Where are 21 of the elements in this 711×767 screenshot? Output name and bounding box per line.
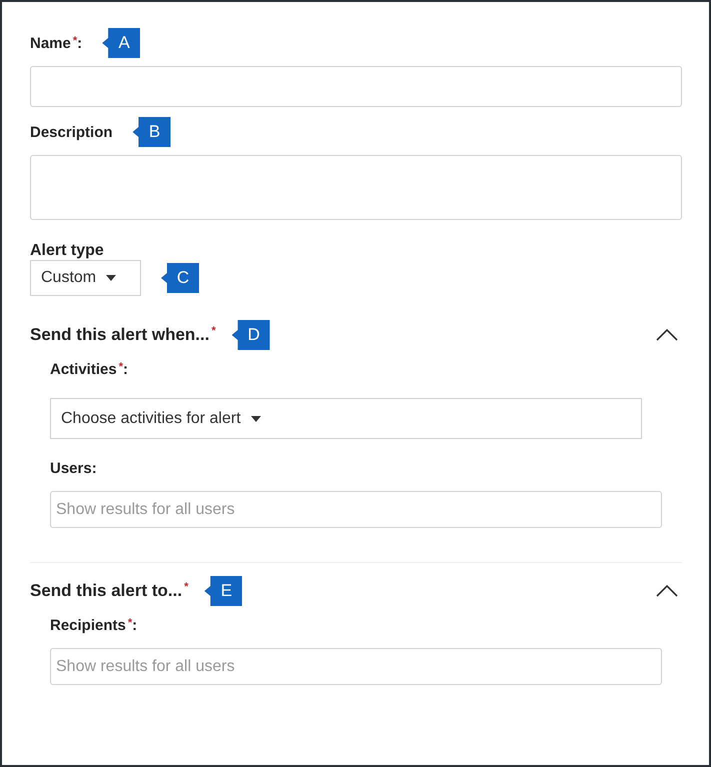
caret-icon [106,275,116,281]
section-title: Send this alert when...* [30,325,216,345]
description-field[interactable] [30,155,682,220]
search-field[interactable]: Show results for all users [50,648,662,685]
alert-type-dropdown[interactable]: Custom [30,260,141,296]
name-field[interactable] [30,66,682,107]
search-field[interactable]: Show results for all users [50,491,662,528]
field-label: Users: [50,460,97,476]
field-label: Recipients*: [50,616,138,634]
section-title: Send this alert to...* [30,581,188,601]
field-label: Alert type [30,242,104,260]
activities-dropdown[interactable]: Choose activities for alert [50,398,642,439]
caret-icon [250,416,261,422]
field-label: Name*: [30,34,82,52]
callout-marker: E [204,576,242,606]
callout-marker: C [161,263,199,293]
callout-marker: B [132,117,171,147]
field-label: Description [30,124,113,140]
callout-marker: A [102,28,140,58]
callout-marker: D [232,320,270,350]
field-label: Activities*: [50,360,128,378]
